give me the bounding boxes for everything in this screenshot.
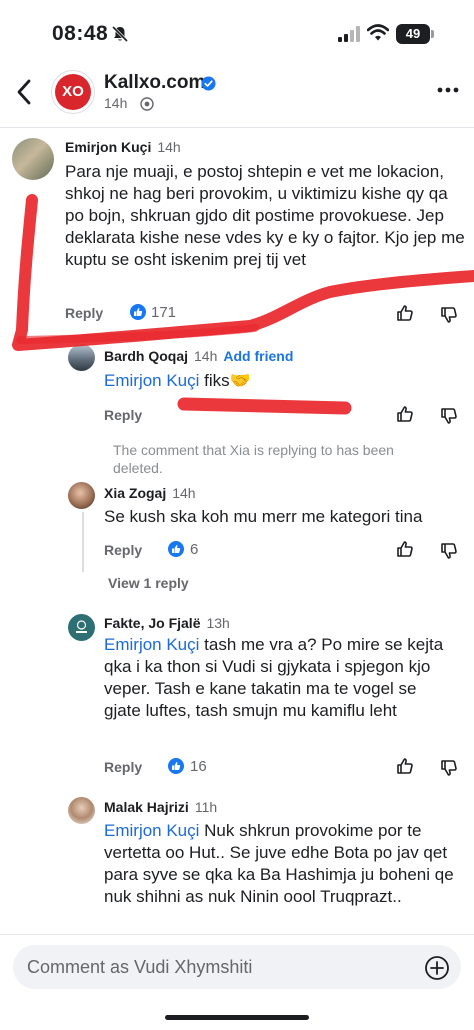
comment-time: 13h xyxy=(206,615,230,631)
view-replies-link[interactable]: View 1 reply xyxy=(108,575,189,591)
avatar[interactable] xyxy=(12,138,54,180)
page-name[interactable]: Kallxo.com xyxy=(104,72,205,94)
author-name: Fakte, Jo Fjalë xyxy=(104,615,201,631)
thumb-up-icon[interactable] xyxy=(396,757,414,775)
post-header: XO Kallxo.com 14h xyxy=(0,66,474,128)
like-count: 171 xyxy=(151,304,177,321)
status-time: 08:48 xyxy=(52,22,109,45)
comment-text: Emirjon Kuçi Nuk shkrun provokime por te… xyxy=(104,820,454,908)
author-name: Bardh Qoqaj xyxy=(104,348,189,364)
page-logo: XO xyxy=(55,74,91,110)
comment-author[interactable]: Fakte, Jo Fjalë 13h xyxy=(104,615,230,631)
logo-text: XO xyxy=(62,83,84,100)
comment-time: 14h xyxy=(157,139,181,155)
signal-icon xyxy=(338,26,360,42)
thumb-down-icon[interactable] xyxy=(440,306,458,324)
avatar[interactable] xyxy=(68,614,95,641)
avatar[interactable] xyxy=(68,797,95,824)
thumb-up-icon[interactable] xyxy=(396,405,414,423)
like-icon xyxy=(168,758,184,774)
battery-cap xyxy=(431,30,434,38)
globe-icon xyxy=(140,97,154,111)
reply-button[interactable]: Reply xyxy=(104,759,142,775)
page-avatar[interactable]: XO xyxy=(51,70,95,114)
thumb-down-icon[interactable] xyxy=(440,542,458,560)
add-icon[interactable] xyxy=(424,955,450,981)
comment-text: Emirjon Kuçi tash me vra a? Po mire se k… xyxy=(104,634,444,722)
post-time: 14h xyxy=(104,95,128,111)
comment-author[interactable]: Malak Hajrizi 11h xyxy=(104,799,217,815)
wifi-icon xyxy=(367,24,389,41)
comment-time: 14h xyxy=(172,485,196,501)
mention-link[interactable]: Emirjon Kuçi xyxy=(104,635,199,654)
like-count: 16 xyxy=(190,758,207,775)
comment-author[interactable]: Bardh Qoqaj 14h Add friend xyxy=(104,348,293,364)
reply-button[interactable]: Reply xyxy=(104,407,142,423)
reply-button[interactable]: Reply xyxy=(65,305,103,321)
author-name: Malak Hajrizi xyxy=(104,799,189,815)
comment-composer xyxy=(0,934,474,1030)
comment-input[interactable] xyxy=(13,945,461,989)
verified-icon xyxy=(201,76,216,91)
thumb-up-icon[interactable] xyxy=(396,540,414,558)
like-icon xyxy=(168,541,184,557)
bell-slash-icon xyxy=(111,25,129,43)
home-indicator xyxy=(165,1015,309,1020)
comment-body: fiks🤝 xyxy=(199,371,251,390)
status-bar: 08:48 49 xyxy=(0,0,474,66)
like-icon xyxy=(130,304,146,320)
avatar[interactable] xyxy=(68,344,95,371)
comment-time: 11h xyxy=(194,799,218,815)
author-name: Xia Zogaj xyxy=(104,485,167,501)
battery-indicator: 49 xyxy=(396,24,430,44)
comment-author[interactable]: Emirjon Kuçi 14h xyxy=(65,139,181,155)
deleted-comment-note: The comment that Xia is replying to has … xyxy=(113,442,394,476)
battery-level: 49 xyxy=(405,26,421,41)
add-friend-link[interactable]: Add friend xyxy=(223,348,293,364)
like-count: 6 xyxy=(190,541,199,558)
mention-link[interactable]: Emirjon Kuçi xyxy=(104,821,199,840)
more-icon[interactable] xyxy=(436,84,460,96)
comment-text: Emirjon Kuçi fiks🤝 xyxy=(104,370,454,392)
comment-time: 14h xyxy=(194,348,218,364)
thumb-up-icon[interactable] xyxy=(396,304,414,322)
comment-text: Para nje muaji, e postoj shtepin e vet m… xyxy=(65,162,465,269)
reply-button[interactable]: Reply xyxy=(104,542,142,558)
mention-link[interactable]: Emirjon Kuçi xyxy=(104,371,199,390)
avatar[interactable] xyxy=(68,482,95,509)
thumb-down-icon[interactable] xyxy=(440,407,458,425)
author-name: Emirjon Kuçi xyxy=(65,139,152,155)
thread-line xyxy=(82,512,84,572)
thumb-down-icon[interactable] xyxy=(440,759,458,777)
back-icon[interactable] xyxy=(14,79,36,105)
comment-author[interactable]: Xia Zogaj 14h xyxy=(104,485,196,501)
comment-text: Se kush ska koh mu merr me kategori tina xyxy=(104,507,423,526)
